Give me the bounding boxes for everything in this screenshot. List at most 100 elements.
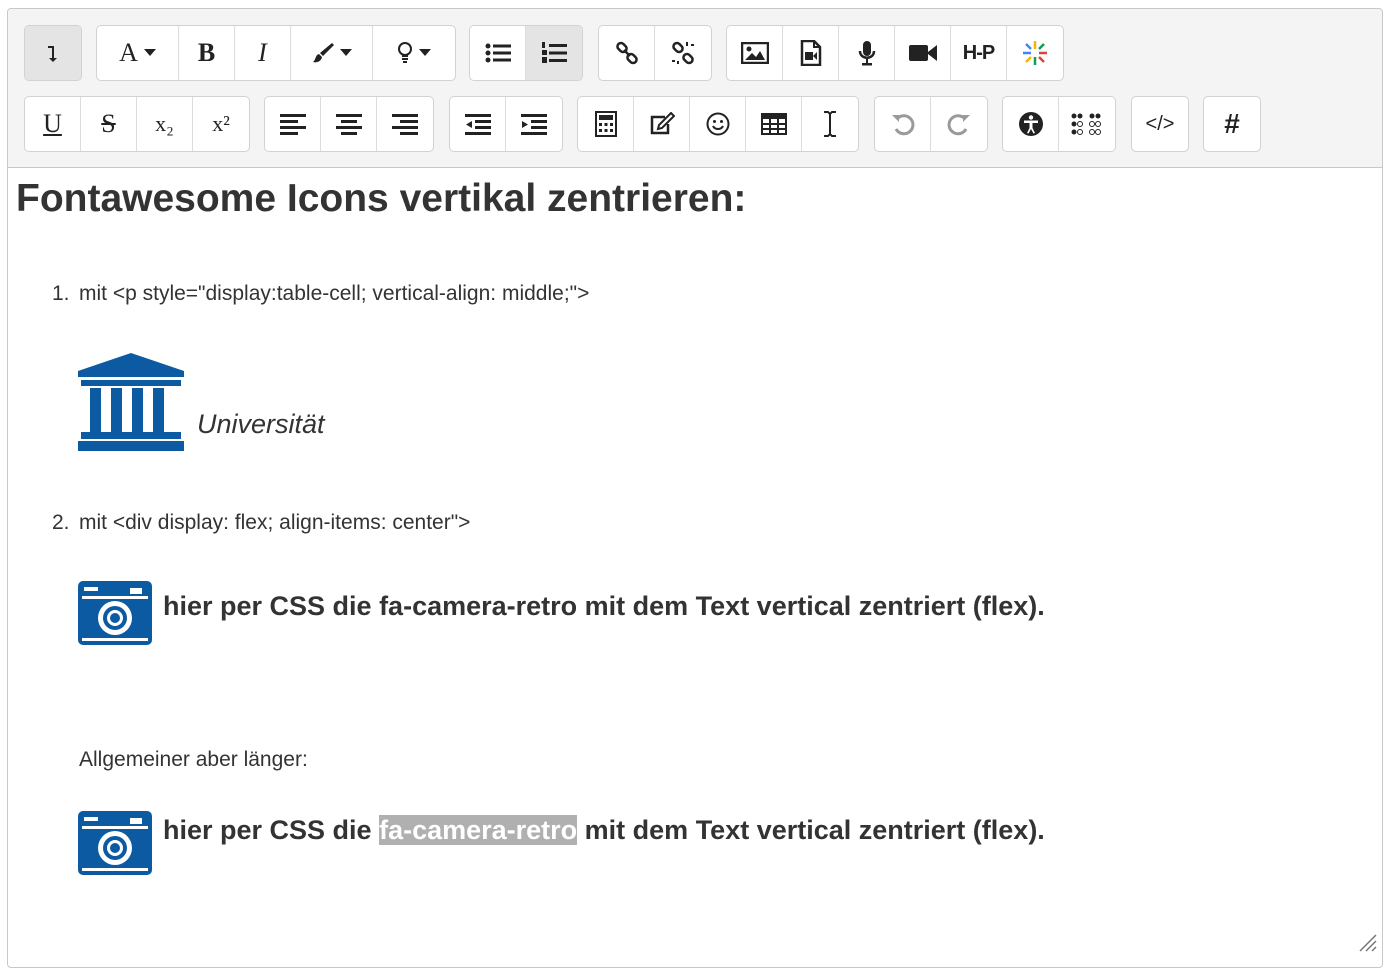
ordered-list-button[interactable] (526, 26, 582, 80)
indent-icon (521, 113, 547, 135)
underline-button[interactable]: U (25, 97, 81, 151)
table-icon (760, 113, 787, 135)
list-item-1: 1. mit <p style="display:table-cell; vert… (52, 282, 589, 306)
text-editor: A B I H-P U S x₂ x² </> # Fontawesome Ic… (7, 8, 1383, 968)
i-cursor-icon (822, 110, 838, 138)
align-center-icon (335, 113, 362, 135)
editor-toolbar: A B I H-P U S x₂ x² </> # (8, 9, 1382, 168)
superscript-button[interactable]: x² (193, 97, 249, 151)
toolbar-group-accessibility (1002, 96, 1116, 152)
strikethrough-button[interactable]: S (81, 97, 137, 151)
smiley-icon (706, 112, 730, 136)
accessibility-checker-button[interactable] (1003, 97, 1059, 151)
clear-format-button[interactable] (802, 97, 858, 151)
level-down-icon (45, 43, 61, 63)
unlink-button[interactable] (655, 26, 711, 80)
braille-icon (1071, 113, 1103, 135)
file-video-icon (800, 40, 822, 66)
list-item-text: mit <div display: flex; align-items: cen… (79, 511, 471, 534)
lightbulb-icon (397, 42, 413, 64)
chevron-down-icon (143, 49, 156, 57)
hash-label: # (1224, 108, 1240, 139)
resize-handle[interactable] (1354, 929, 1378, 969)
emoticon-button[interactable] (690, 97, 746, 151)
toolbar-group-html: </> (1131, 96, 1189, 152)
sparkle-icon (1022, 40, 1048, 66)
h5p-button[interactable]: H-P (951, 26, 1007, 80)
video-camera-icon (908, 43, 938, 63)
content-heading: Fontawesome Icons vertikal zentrieren: (16, 177, 747, 220)
paint-brush-icon (312, 42, 334, 64)
university-label: Universität (197, 409, 325, 439)
flex-text-after: mit dem Text vertical zentriert (flex). (577, 815, 1045, 845)
unordered-list-button[interactable] (470, 26, 526, 80)
toolbar-group-decoration: U S x₂ x² (24, 96, 250, 152)
html-source-button[interactable]: </> (1132, 97, 1188, 151)
toolbar-group-indent (449, 96, 563, 152)
underline-label: U (43, 109, 62, 138)
toolbar-toggle-button[interactable] (25, 26, 81, 80)
toolbar-group-toggle (24, 25, 82, 81)
chevron-down-icon (419, 49, 431, 57)
toolbar-group-text-format: A B I (96, 25, 456, 81)
camera-retro-icon (78, 581, 152, 645)
styles-button[interactable] (373, 26, 455, 80)
edit-button[interactable] (634, 97, 690, 151)
font-size-label: A (119, 38, 138, 67)
redo-button[interactable] (931, 97, 987, 151)
h5p-label: H-P (962, 41, 995, 64)
toolbar-group-media: H-P (726, 25, 1064, 81)
font-size-button[interactable]: A (97, 26, 179, 80)
superscript-label: x² (212, 111, 230, 136)
microphone-icon (858, 40, 876, 66)
indent-button[interactable] (506, 97, 562, 151)
toolbar-group-links (598, 25, 712, 81)
outdent-icon (464, 113, 491, 135)
flex-text-2: hier per CSS die fa-camera-retro mit dem… (163, 815, 1045, 846)
align-left-icon (279, 113, 306, 135)
italic-button[interactable]: I (235, 26, 291, 80)
bold-button[interactable]: B (179, 26, 235, 80)
subscript-label: x₂ (155, 111, 174, 136)
insert-image-button[interactable] (727, 26, 783, 80)
general-paragraph: Allgemeiner aber länger: (79, 748, 308, 771)
bold-label: B (197, 38, 216, 67)
align-right-icon (392, 113, 418, 135)
list-item-text: mit <p style="display:table-cell; vertic… (79, 282, 590, 305)
unlink-icon (671, 41, 695, 65)
link-button[interactable] (599, 26, 655, 80)
calculator-icon (594, 111, 617, 137)
link-icon (615, 41, 639, 65)
list-ul-icon (485, 43, 511, 63)
undo-button[interactable] (875, 97, 931, 151)
undo-icon (891, 112, 915, 136)
chevron-down-icon (339, 49, 352, 57)
insert-starburst-button[interactable] (1007, 26, 1063, 80)
flex-text-1: hier per CSS die fa-camera-retro mit dem… (163, 591, 1045, 621)
font-color-button[interactable] (291, 26, 373, 80)
toolbar-group-hashtag: # (1203, 96, 1261, 152)
align-center-button[interactable] (321, 97, 377, 151)
list-ol-icon (541, 42, 567, 64)
record-video-button[interactable] (895, 26, 951, 80)
screenreader-helper-button[interactable] (1059, 97, 1115, 151)
equation-button[interactable] (578, 97, 634, 151)
list-number: 1. (52, 282, 70, 305)
italic-label: I (258, 38, 267, 67)
insert-media-button[interactable] (783, 26, 839, 80)
image-icon (740, 42, 769, 64)
selected-text[interactable]: fa-camera-retro (379, 815, 578, 845)
hashtag-button[interactable]: # (1204, 97, 1260, 151)
toolbar-group-history (874, 96, 988, 152)
record-audio-button[interactable] (839, 26, 895, 80)
table-button[interactable] (746, 97, 802, 151)
toolbar-group-align (264, 96, 434, 152)
subscript-button[interactable]: x₂ (137, 97, 193, 151)
accessibility-icon (1018, 111, 1044, 137)
university-icon (78, 353, 184, 451)
align-left-button[interactable] (265, 97, 321, 151)
list-item-2: 2. mit <div display: flex; align-items: c… (52, 511, 470, 535)
flex-text-before: hier per CSS die (163, 815, 380, 845)
align-right-button[interactable] (377, 97, 433, 151)
outdent-button[interactable] (450, 97, 506, 151)
